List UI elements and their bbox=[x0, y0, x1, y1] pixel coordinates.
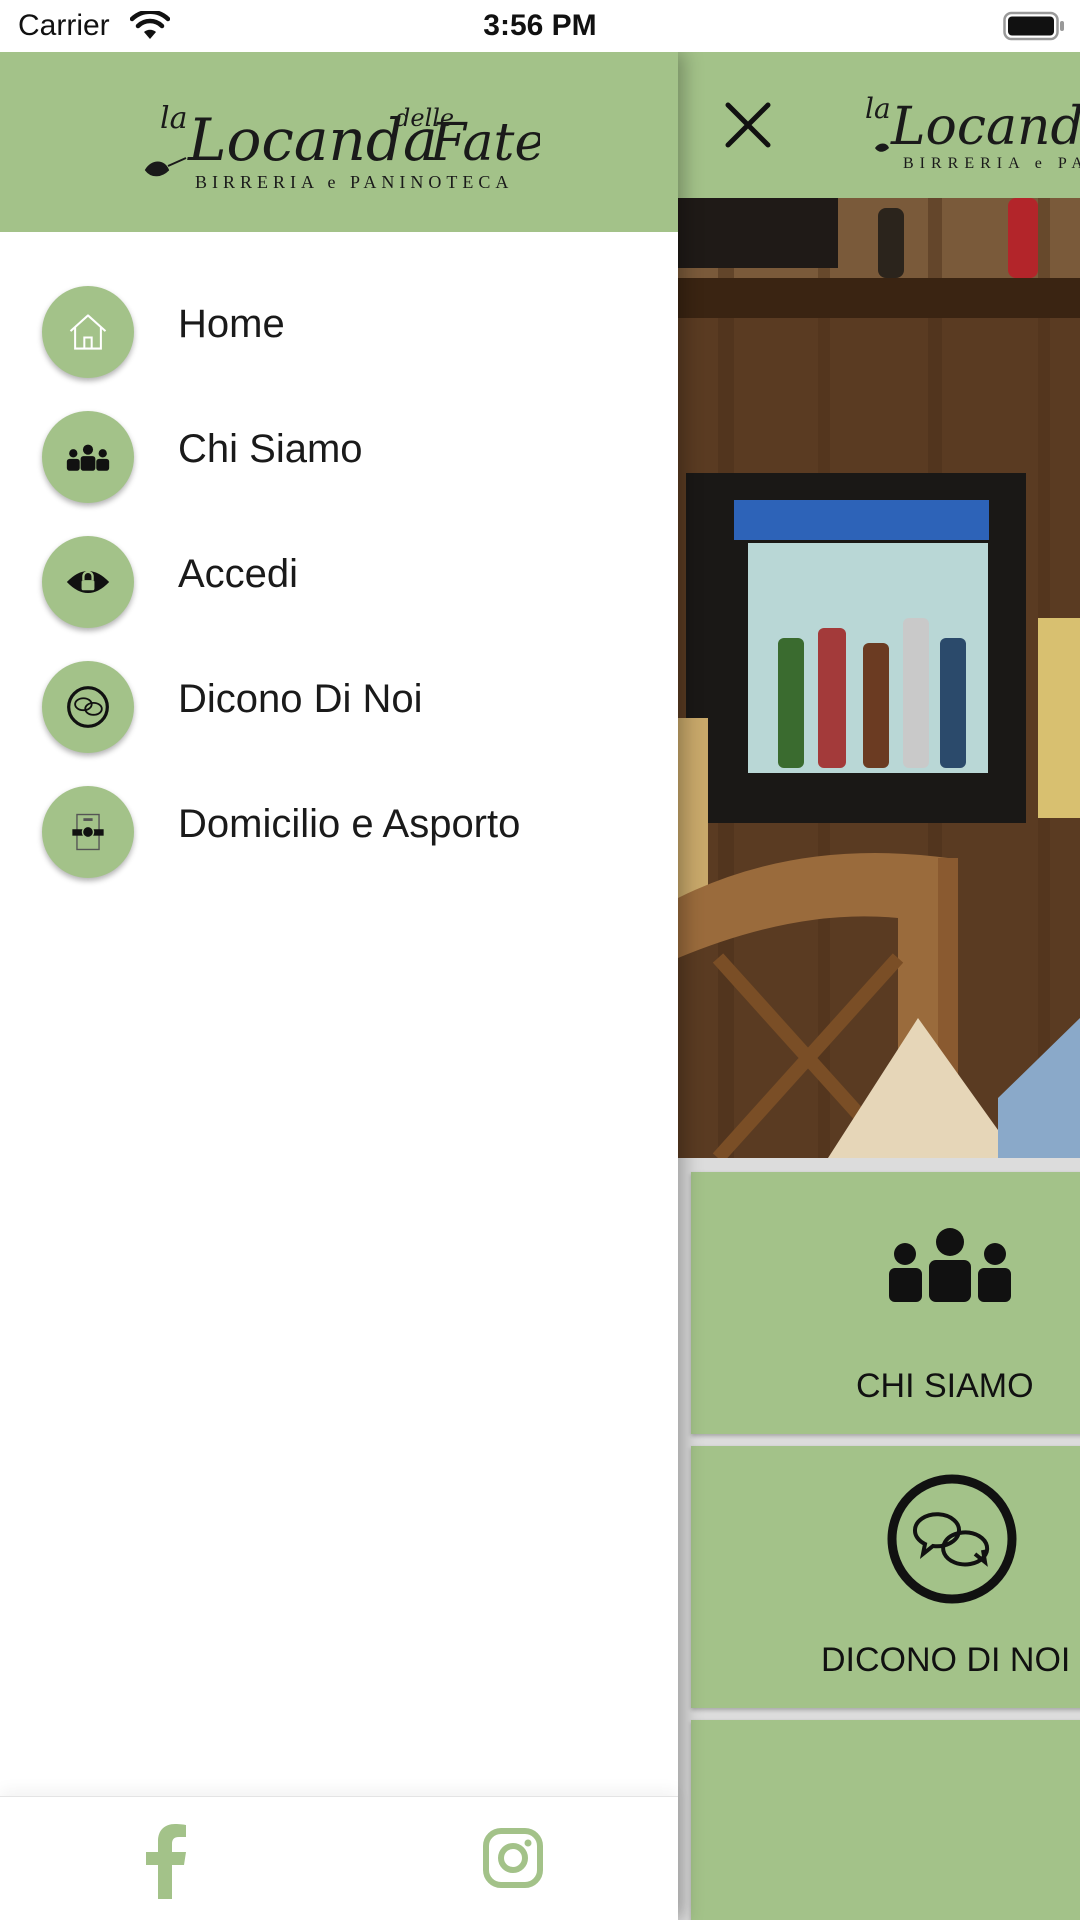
chat-icon bbox=[42, 661, 134, 753]
menu-item-label: Accedi bbox=[178, 552, 299, 596]
main-logo: la Locanda BIRRERIA e PANINOTECA bbox=[865, 92, 1080, 172]
tile-label: DICONO DI NOI bbox=[821, 1641, 1071, 1679]
tile-third[interactable] bbox=[691, 1720, 1080, 1920]
menu-item-label: Chi Siamo bbox=[178, 427, 363, 471]
menu-item-accedi[interactable]: Accedi bbox=[0, 524, 678, 634]
menu-item-dicono-di-noi[interactable]: Dicono Di Noi bbox=[0, 649, 678, 759]
status-bar: Carrier 3:56 PM bbox=[0, 0, 1080, 52]
home-icon bbox=[42, 286, 134, 378]
drawer-footer bbox=[0, 1796, 678, 1920]
clock: 3:56 PM bbox=[483, 9, 597, 42]
menu-item-home[interactable]: Home bbox=[0, 274, 678, 384]
tile-chi-siamo[interactable]: CHI SIAMO bbox=[691, 1172, 1080, 1434]
tile-label: CHI SIAMO bbox=[856, 1367, 1034, 1405]
battery-icon bbox=[1003, 11, 1064, 41]
menu-item-domicilio-e-asporto[interactable]: Domicilio e Asporto bbox=[0, 774, 678, 884]
delivery-icon bbox=[42, 786, 134, 878]
menu-item-chi-siamo[interactable]: Chi Siamo bbox=[0, 399, 678, 509]
tile-dicono-di-noi[interactable]: DICONO DI NOI bbox=[691, 1446, 1080, 1708]
side-drawer: la Locanda delle Fate BIRRERIA e PANINOT… bbox=[0, 52, 678, 1920]
main-screen: la Locanda BIRRERIA e PANINOTECA bbox=[678, 52, 1080, 1920]
people-icon bbox=[889, 1228, 1011, 1302]
main-logo-tagline: BIRRERIA e PANINOTECA bbox=[903, 155, 1080, 172]
close-button[interactable] bbox=[720, 97, 776, 153]
drawer-logo-tagline: BIRRERIA e PANINOTECA bbox=[195, 172, 513, 190]
drawer-logo: la Locanda delle Fate BIRRERIA e PANINOT… bbox=[144, 101, 540, 190]
menu-item-label: Dicono Di Noi bbox=[178, 677, 423, 721]
drawer-logo-fate: Fate bbox=[429, 113, 540, 173]
main-logo-la: la bbox=[865, 92, 891, 125]
drawer-header: la Locanda delle Fate BIRRERIA e PANINOT… bbox=[0, 52, 678, 232]
chat-icon bbox=[887, 1474, 1017, 1604]
main-header: la Locanda BIRRERIA e PANINOTECA bbox=[678, 52, 1080, 198]
drawer-logo-la: la bbox=[160, 101, 187, 136]
menu-item-label: Home bbox=[178, 302, 285, 346]
lock-icon bbox=[42, 536, 134, 628]
menu-item-label: Domicilio e Asporto bbox=[178, 802, 521, 846]
main-logo-locanda: Locanda bbox=[890, 97, 1080, 157]
people-icon bbox=[42, 411, 134, 503]
hero-photo bbox=[678, 198, 1080, 1158]
instagram-icon[interactable] bbox=[482, 1827, 544, 1889]
facebook-icon[interactable] bbox=[140, 1823, 190, 1899]
